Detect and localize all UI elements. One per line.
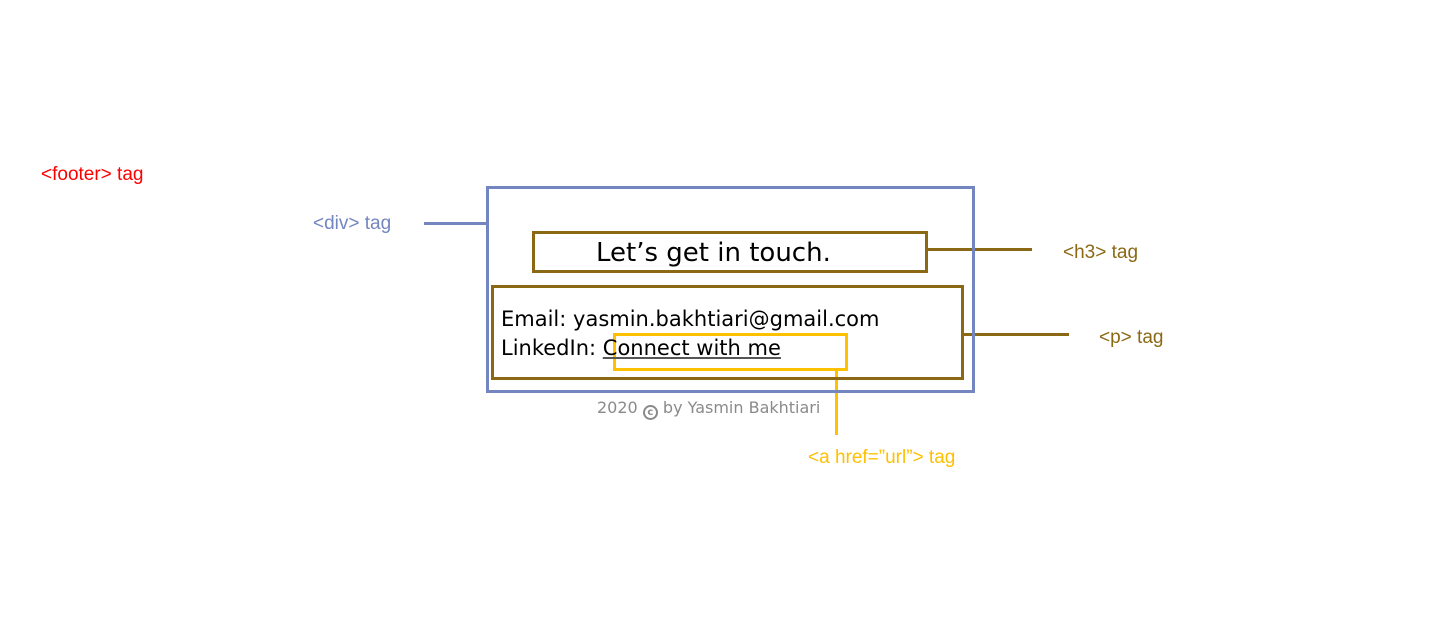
h3-tag-label: <h3> tag xyxy=(1063,242,1139,263)
a-tag-label: <a href=”url”> tag xyxy=(808,447,956,468)
email-line: Email: yasmin.bakhtiari@gmail.com xyxy=(501,307,880,331)
p-connector-line xyxy=(962,333,1069,336)
div-connector-line xyxy=(424,222,488,225)
linkedin-link[interactable]: Connect with me xyxy=(603,336,781,360)
copyright-line: 2020 c by Yasmin Bakhtiari xyxy=(597,397,820,420)
heading: Let’s get in touch. xyxy=(596,238,831,268)
email-value: yasmin.bakhtiari@gmail.com xyxy=(573,307,880,331)
linkedin-line: LinkedIn: Connect with me xyxy=(501,336,781,360)
copyright-by: by Yasmin Bakhtiari xyxy=(662,398,821,417)
copyright-year: 2020 xyxy=(597,398,638,417)
linkedin-label: LinkedIn xyxy=(501,336,590,360)
footer-tag-label: <footer> tag xyxy=(41,164,144,185)
copyright-icon: c xyxy=(642,405,658,420)
p-tag-label: <p> tag xyxy=(1099,327,1164,348)
div-tag-label: <div> tag xyxy=(313,213,392,234)
email-label: Email xyxy=(501,307,560,331)
